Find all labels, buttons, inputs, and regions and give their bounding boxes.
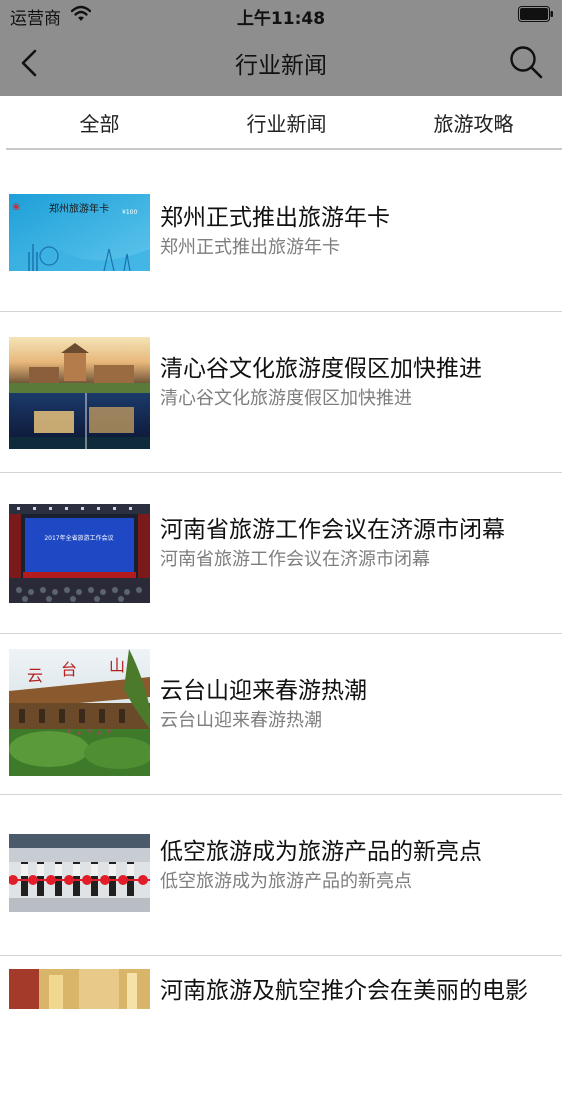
svg-text:2017年全省旅游工作会议: 2017年全省旅游工作会议 — [44, 534, 113, 542]
news-title: 郑州正式推出旅游年卡 — [160, 205, 390, 231]
status-bar: 运营商 上午11:48 — [0, 0, 562, 30]
promo-event-image — [9, 969, 150, 1009]
svg-text:山: 山 — [109, 656, 125, 675]
resort-image — [9, 337, 150, 449]
svg-text:郑州旅游年卡: 郑州旅游年卡 — [49, 202, 109, 215]
svg-text:❀: ❀ — [12, 202, 20, 213]
search-icon[interactable] — [508, 44, 544, 80]
svg-text:¥100: ¥100 — [122, 209, 137, 216]
tabs-divider — [6, 148, 562, 150]
news-thumbnail: 云 台 山 — [9, 649, 150, 776]
news-subtitle: 郑州正式推出旅游年卡 — [160, 237, 340, 258]
tourism-card-image: ❀ 郑州旅游年卡 ¥100 — [9, 194, 150, 271]
svg-text:台: 台 — [61, 660, 77, 679]
news-item-qingxingu[interactable]: 清心谷文化旅游度假区加快推进 清心谷文化旅游度假区加快推进 — [0, 313, 562, 473]
battery-icon — [518, 6, 553, 22]
news-thumbnail: ❀ 郑州旅游年卡 ¥100 — [9, 194, 150, 271]
row-divider — [0, 955, 562, 956]
news-subtitle: 河南省旅游工作会议在济源市闭幕 — [160, 549, 430, 570]
news-thumbnail — [9, 834, 150, 912]
row-divider — [0, 311, 562, 312]
tab-industry-news[interactable]: 行业新闻 — [193, 108, 380, 137]
news-title: 云台山迎来春游热潮 — [160, 678, 367, 704]
news-item-tourism-card[interactable]: ❀ 郑州旅游年卡 ¥100 郑州正式推出旅游年卡 郑州正式推出旅游年卡 — [0, 152, 562, 312]
yuntaishan-image: 云 台 山 — [9, 649, 150, 776]
ceremony-image — [9, 834, 150, 912]
news-item-provincial-meeting[interactable]: 2017年全省旅游工作会议 河南省旅游工作会议在济源市闭幕 河南省旅游工作会议在… — [0, 474, 562, 634]
page-title: 行业新闻 — [235, 53, 327, 79]
nav-bar: 行业新闻 — [0, 30, 562, 96]
news-subtitle: 清心谷文化旅游度假区加快推进 — [160, 388, 412, 409]
conference-image: 2017年全省旅游工作会议 — [9, 504, 150, 603]
row-divider — [0, 633, 562, 634]
news-subtitle: 低空旅游成为旅游产品的新亮点 — [160, 871, 412, 892]
top-bar: 运营商 上午11:48 行业新闻 — [0, 0, 562, 96]
news-thumbnail — [9, 969, 150, 1009]
news-title: 低空旅游成为旅游产品的新亮点 — [160, 839, 482, 865]
news-item-low-altitude[interactable]: 低空旅游成为旅游产品的新亮点 低空旅游成为旅游产品的新亮点 — [0, 796, 562, 956]
row-divider — [0, 472, 562, 473]
news-thumbnail: 2017年全省旅游工作会议 — [9, 504, 150, 603]
news-item-aviation-promo[interactable]: 河南旅游及航空推介会在美丽的电影 — [0, 957, 562, 1117]
news-item-yuntaishan[interactable]: 云 台 山 云台山迎来春游热潮 云台 山迎来春游热潮 — [0, 635, 562, 795]
row-divider — [0, 794, 562, 795]
status-time: 上午11:48 — [236, 9, 326, 29]
news-thumbnail — [9, 337, 150, 449]
tab-all[interactable]: 全部 — [6, 108, 193, 137]
tab-travel-guide[interactable]: 旅游攻略 — [380, 108, 562, 137]
news-title: 清心谷文化旅游度假区加快推进 — [160, 356, 482, 382]
category-tabs: 全部 行业新闻 旅游攻略 — [0, 96, 562, 150]
news-title: 河南省旅游工作会议在济源市闭幕 — [160, 517, 505, 543]
svg-text:云: 云 — [27, 666, 43, 685]
news-subtitle: 云台山迎来春游热潮 — [160, 710, 322, 731]
